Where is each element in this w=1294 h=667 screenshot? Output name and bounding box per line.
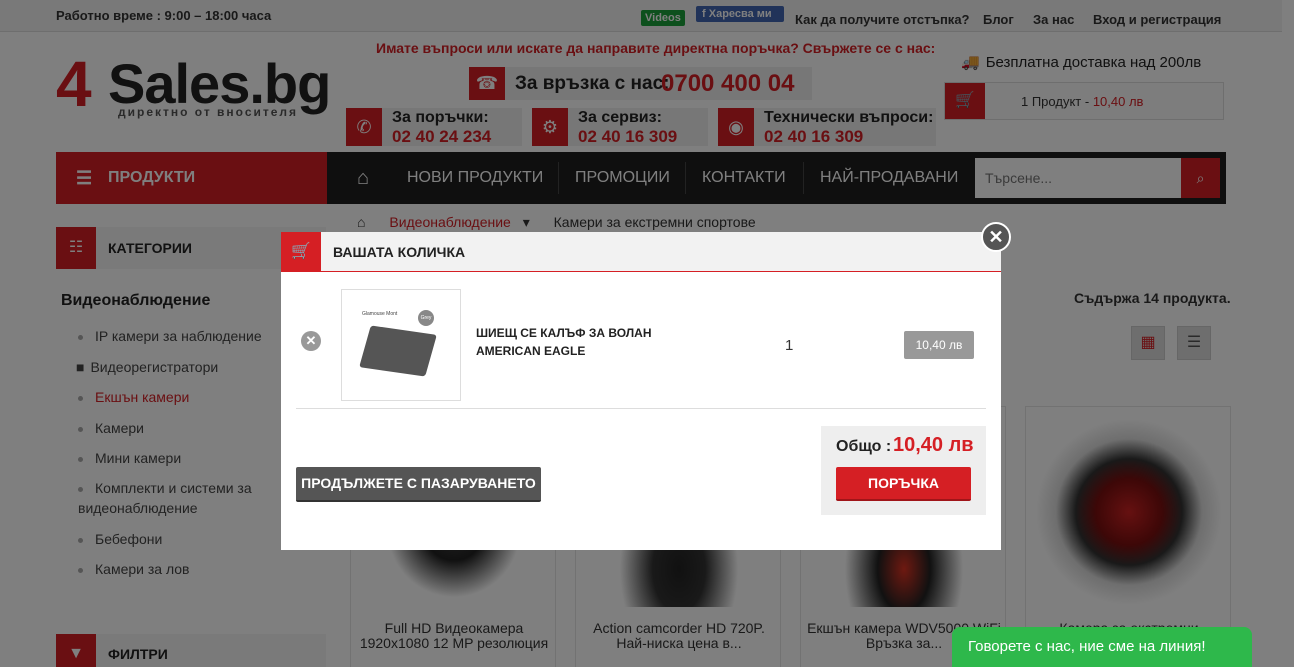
- cart-total-box: Общо : 10,40 лв ПОРЪЧКА: [821, 426, 986, 515]
- color-badge: Grey: [418, 310, 434, 326]
- live-chat-button[interactable]: Говорете с нас, ние сме на линия!: [952, 627, 1252, 667]
- cart-item-quantity: 1: [785, 337, 794, 354]
- total-value: 10,40 лв: [893, 434, 974, 456]
- product-shape: [359, 325, 437, 377]
- cart-item-name[interactable]: ШИЕЩ СЕ КАЛЪФ ЗА ВОЛАН AMERICAN EAGLE: [476, 324, 716, 360]
- cart-modal-header: 🛒 ВАШАТА КОЛИЧКА: [281, 232, 1001, 272]
- close-icon[interactable]: ✕: [981, 222, 1011, 252]
- cart-modal: 🛒 ВАШАТА КОЛИЧКА ✕ Glamouse Mont Grey ШИ…: [281, 232, 1001, 550]
- thumb-text: Glamouse Mont: [362, 311, 398, 317]
- cart-modal-title: ВАШАТА КОЛИЧКА: [333, 244, 466, 260]
- order-button[interactable]: ПОРЪЧКА: [836, 467, 971, 501]
- total-label: Общо :: [836, 438, 892, 455]
- cart-item-price: 10,40 лв: [904, 331, 974, 359]
- continue-shopping-button[interactable]: ПРОДЪЛЖЕТЕ С ПАЗАРУВАНЕТО: [296, 467, 541, 502]
- remove-item-icon[interactable]: ✕: [301, 331, 321, 351]
- divider: [296, 408, 986, 409]
- cart-icon: 🛒: [281, 232, 321, 272]
- cart-item-image[interactable]: Glamouse Mont Grey: [341, 289, 461, 401]
